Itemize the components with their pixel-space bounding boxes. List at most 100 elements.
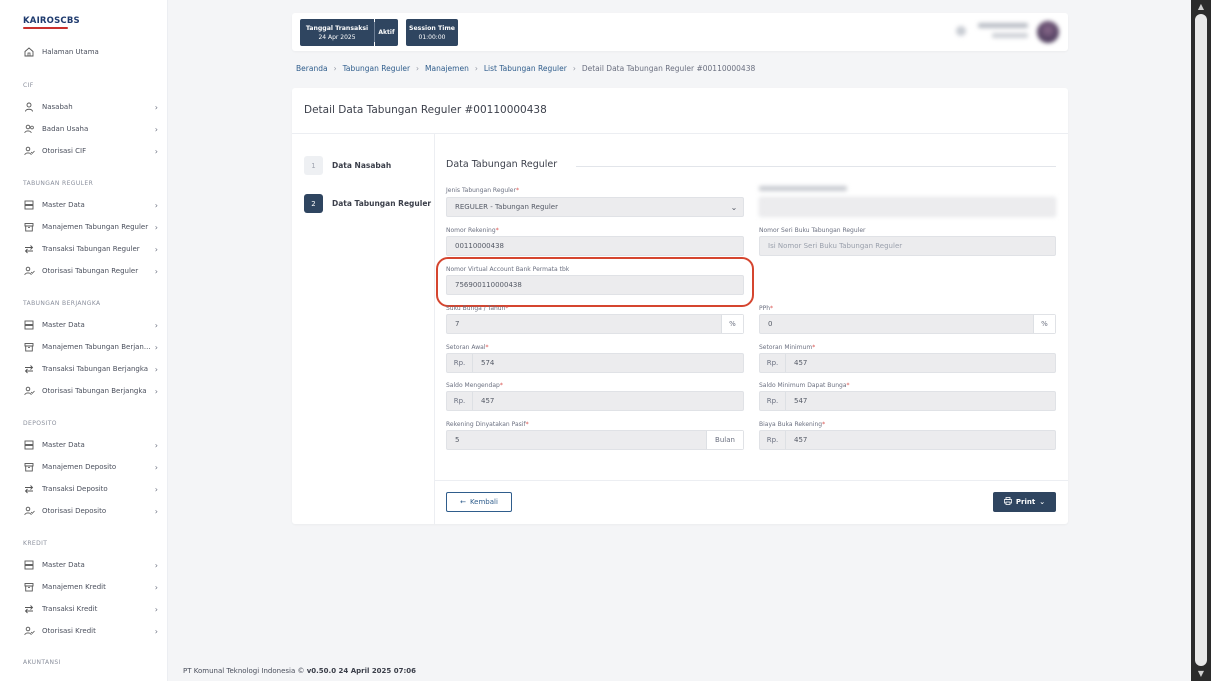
- saldo-min-bunga-field[interactable]: Rp. 547: [759, 391, 1056, 411]
- app-logo[interactable]: KAIROSCBS: [23, 16, 80, 26]
- avatar[interactable]: [1037, 21, 1059, 43]
- print-button[interactable]: Print ⌄: [993, 492, 1056, 512]
- footer-company: PT Komunal Teknologi Indonesia ©: [183, 667, 305, 675]
- chevron-right-icon: ›: [154, 626, 158, 636]
- server-icon: [23, 560, 35, 570]
- rekening-pasif-field[interactable]: 5 Bulan: [446, 430, 744, 450]
- nomor-seri-field[interactable]: Isi Nomor Seri Buku Tabungan Reguler: [759, 236, 1056, 256]
- breadcrumb-list-tabungan-reguler[interactable]: List Tabungan Reguler: [484, 64, 567, 73]
- section-label-akuntansi: AKUNTANSI: [23, 659, 61, 666]
- sidebar-item-transaksi-kredit[interactable]: Transaksi Kredit ›: [23, 602, 158, 616]
- sidebar-item-master-data[interactable]: Master Data ›: [23, 198, 158, 212]
- transfer-icon: [23, 484, 35, 494]
- sidebar-item-label: Transaksi Kredit: [42, 605, 98, 613]
- sidebar-item-master-data[interactable]: Master Data ›: [23, 558, 158, 572]
- sidebar-item-otorisasi-deposito[interactable]: Otorisasi Deposito ›: [23, 504, 158, 518]
- required-mark: *: [499, 382, 503, 389]
- notification-icon[interactable]: [956, 26, 966, 36]
- sidebar-item-badan-usaha[interactable]: Badan Usaha ›: [23, 122, 158, 136]
- saldo-mengendap-field[interactable]: Rp. 457: [446, 391, 744, 411]
- biaya-buka-field[interactable]: Rp. 457: [759, 430, 1056, 450]
- chevron-down-icon: ⌄: [1039, 498, 1046, 506]
- bulan-suffix: Bulan: [706, 431, 743, 449]
- sidebar-item-otorisasi-cif[interactable]: Otorisasi CIF ›: [23, 144, 158, 158]
- session-time-chip: Session Time 01:00:00: [406, 19, 458, 46]
- server-icon: [23, 200, 35, 210]
- user-check-icon: [23, 506, 35, 516]
- scrollbar[interactable]: ▲ ▼: [1191, 0, 1211, 681]
- sidebar-item-otorisasi-kredit[interactable]: Otorisasi Kredit ›: [23, 624, 158, 638]
- user-icon: [23, 102, 35, 112]
- sidebar-item-nasabah[interactable]: Nasabah ›: [23, 100, 158, 114]
- breadcrumb-separator: ›: [474, 64, 478, 73]
- scroll-up-icon[interactable]: ▲: [1196, 2, 1206, 11]
- saldo-min-bunga-label: Saldo Minimum Dapat Bunga*: [759, 382, 850, 389]
- pph-field[interactable]: 0 %: [759, 314, 1056, 334]
- chevron-right-icon: ›: [154, 244, 158, 254]
- setoran-minimum-value: 457: [794, 359, 808, 367]
- sidebar-item-label: Otorisasi Tabungan Reguler: [42, 267, 139, 275]
- section-title: Data Tabungan Reguler: [446, 159, 558, 170]
- user-role-placeholder: [992, 33, 1028, 38]
- section-label-tabungan-reguler: TABUNGAN REGULER: [23, 180, 94, 187]
- sidebar-item-otorisasi-tabungan-berjangka[interactable]: Otorisasi Tabungan Berjangka ›: [23, 384, 158, 398]
- transaction-date-label: Tanggal Transaksi: [305, 24, 369, 32]
- sidebar-item-manajemen-tabungan-berjangka[interactable]: Manajemen Tabungan Berjan... ›: [23, 340, 158, 354]
- user-check-icon: [23, 146, 35, 156]
- back-button-label: Kembali: [469, 498, 498, 506]
- chevron-right-icon: ›: [154, 146, 158, 156]
- breadcrumb: Beranda › Tabungan Reguler › Manajemen ›…: [296, 64, 755, 73]
- sidebar-item-transaksi-tabungan-berjangka[interactable]: Transaksi Tabungan Berjangka ›: [23, 362, 158, 376]
- required-mark: *: [515, 187, 519, 194]
- rekening-pasif-label-text: Rekening Dinyatakan Pasif: [446, 421, 526, 428]
- pph-label: PPh*: [759, 305, 773, 312]
- biaya-buka-label: Biaya Buka Rekening*: [759, 421, 825, 428]
- sidebar-item-manajemen-tabungan-reguler[interactable]: Manajemen Tabungan Reguler ›: [23, 220, 158, 234]
- scroll-down-icon[interactable]: ▼: [1196, 669, 1206, 678]
- transfer-icon: [23, 244, 35, 254]
- sidebar-item-home[interactable]: Halaman Utama: [23, 45, 158, 59]
- sidebar-item-transaksi-tabungan-reguler[interactable]: Transaksi Tabungan Reguler ›: [23, 242, 158, 256]
- breadcrumb-manajemen[interactable]: Manajemen: [425, 64, 469, 73]
- user-check-icon: [23, 266, 35, 276]
- breadcrumb-separator: ›: [416, 64, 420, 73]
- sidebar-item-master-data[interactable]: Master Data ›: [23, 438, 158, 452]
- chevron-right-icon: ›: [154, 440, 158, 450]
- saldo-min-bunga-value: 547: [794, 397, 808, 405]
- sidebar-item-transaksi-deposito[interactable]: Transaksi Deposito ›: [23, 482, 158, 496]
- nomor-rekening-label: Nomor Rekening*: [446, 227, 499, 234]
- session-time-label: Session Time: [409, 24, 455, 32]
- scrollbar-thumb[interactable]: [1195, 14, 1207, 666]
- transaction-date-chip: Tanggal Transaksi 24 Apr 2025: [300, 19, 374, 46]
- nomor-rekening-field[interactable]: 00110000438: [446, 236, 744, 256]
- jenis-tabungan-select[interactable]: REGULER - Tabungan Reguler ⌄: [446, 197, 744, 217]
- breadcrumb-beranda[interactable]: Beranda: [296, 64, 328, 73]
- sidebar-item-label: Otorisasi Tabungan Berjangka: [42, 387, 147, 395]
- sidebar-item-otorisasi-tabungan-reguler[interactable]: Otorisasi Tabungan Reguler ›: [23, 264, 158, 278]
- nomor-rekening-value: 00110000438: [455, 242, 504, 250]
- sidebar-item-label: Master Data: [42, 561, 85, 569]
- back-button[interactable]: ← Kembali: [446, 492, 512, 512]
- print-button-label: Print: [1015, 498, 1036, 506]
- sidebar-item-manajemen-deposito[interactable]: Manajemen Deposito ›: [23, 460, 158, 474]
- step-data-tabungan-reguler[interactable]: 2 Data Tabungan Reguler: [304, 194, 431, 213]
- sidebar-item-master-data[interactable]: Master Data ›: [23, 318, 158, 332]
- breadcrumb-tabungan-reguler[interactable]: Tabungan Reguler: [343, 64, 410, 73]
- currency-prefix: Rp.: [760, 354, 786, 372]
- sidebar-item-label: Halaman Utama: [42, 48, 99, 56]
- sidebar-item-manajemen-kredit[interactable]: Manajemen Kredit ›: [23, 580, 158, 594]
- transfer-icon: [23, 364, 35, 374]
- jenis-label: Jenis Tabungan Reguler*: [446, 187, 519, 194]
- archive-icon: [23, 462, 35, 472]
- suku-bunga-field[interactable]: 7 %: [446, 314, 744, 334]
- setoran-awal-value: 574: [481, 359, 495, 367]
- chevron-right-icon: ›: [154, 484, 158, 494]
- sidebar-item-label: Master Data: [42, 321, 85, 329]
- setoran-minimum-field[interactable]: Rp. 457: [759, 353, 1056, 373]
- chevron-right-icon: ›: [154, 200, 158, 210]
- user-check-icon: [23, 626, 35, 636]
- archive-icon: [23, 342, 35, 352]
- setoran-awal-field[interactable]: Rp. 574: [446, 353, 744, 373]
- step-number: 2: [304, 194, 323, 213]
- step-data-nasabah[interactable]: 1 Data Nasabah: [304, 156, 391, 175]
